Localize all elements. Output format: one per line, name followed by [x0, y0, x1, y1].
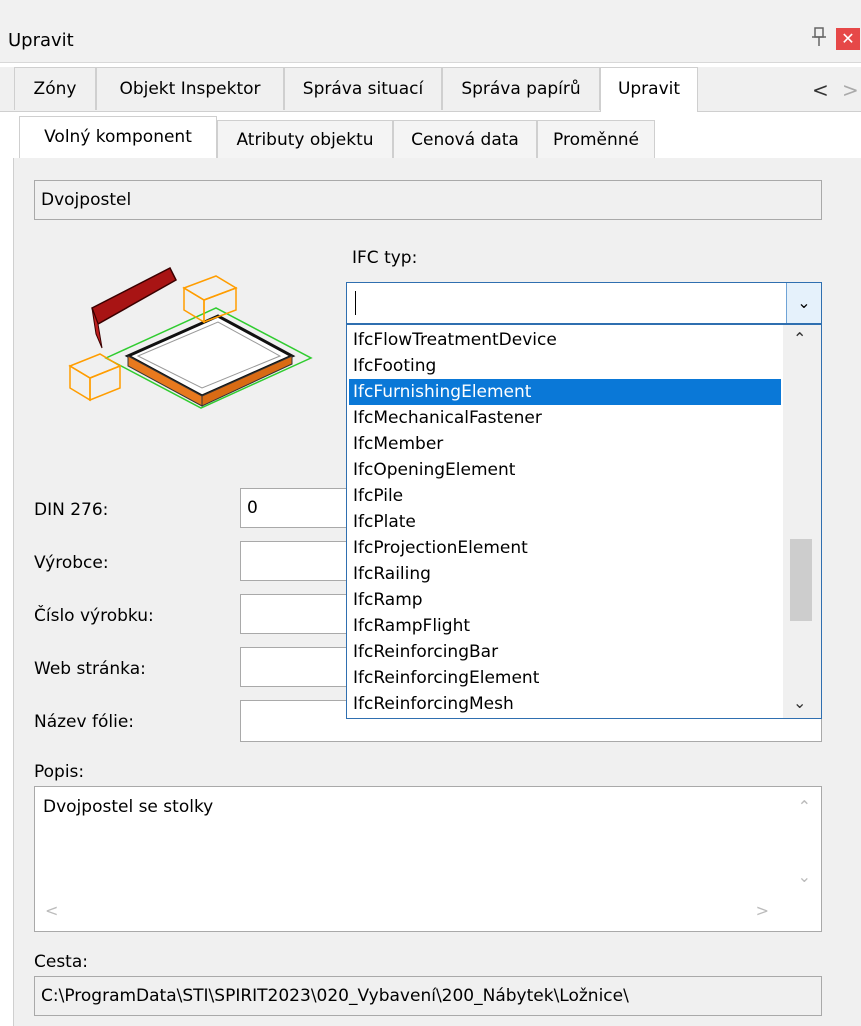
tab-scroll-left-icon[interactable]: < [812, 78, 829, 102]
popis-textarea[interactable]: Dvojpostel se stolky ⌃ ⌄ < > [34, 786, 822, 932]
scroll-up-icon[interactable]: ⌃ [798, 797, 811, 816]
scroll-up-icon[interactable]: ⌃ [793, 329, 806, 348]
cesta-field: C:\ProgramData\STI\SPIRIT2023\020_Vybave… [34, 976, 822, 1016]
scroll-down-icon[interactable]: ⌄ [798, 867, 811, 886]
tab-sprava-situaci[interactable]: Správa situací [284, 67, 442, 110]
chevron-down-icon[interactable]: ⌄ [786, 283, 821, 323]
subtab-promenne[interactable]: Proměnné [537, 120, 655, 158]
top-tab-bar: Zóny Objekt Inspektor Správa situací Spr… [0, 67, 861, 112]
popis-text: Dvojpostel se stolky [43, 797, 214, 817]
ifc-type-combobox[interactable]: ⌄ [346, 282, 822, 324]
popis-label: Popis: [34, 762, 85, 782]
ifc-type-dropdown-list[interactable]: IfcFlowTreatmentDevice IfcFooting IfcFur… [346, 324, 822, 719]
tab-zony[interactable]: Zóny [14, 67, 96, 110]
subtab-atributy-objektu[interactable]: Atributy objektu [217, 120, 393, 158]
list-scrollbar-thumb[interactable] [790, 539, 812, 621]
list-scrollbar[interactable] [783, 325, 821, 718]
window-title: Upravit [8, 30, 74, 51]
title-bar: Upravit ✕ [0, 0, 861, 63]
din276-label: DIN 276: [34, 500, 109, 520]
tab-upravit[interactable]: Upravit [600, 67, 698, 112]
list-item[interactable]: IfcMechanicalFastener [353, 405, 542, 431]
bed-preview-icon [66, 238, 316, 438]
list-item[interactable]: IfcFlowTreatmentDevice [353, 327, 557, 353]
close-icon[interactable]: ✕ [836, 28, 860, 50]
list-item[interactable]: IfcRampFlight [353, 613, 470, 639]
tab-sprava-papiru[interactable]: Správa papírů [442, 67, 600, 110]
scroll-down-icon[interactable]: ⌄ [793, 693, 806, 712]
tab-scroll-right-icon[interactable]: > [842, 78, 859, 102]
list-item[interactable]: IfcProjectionElement [353, 535, 528, 561]
tab-objekt-inspektor[interactable]: Objekt Inspektor [96, 67, 284, 110]
list-item[interactable]: IfcMember [353, 431, 443, 457]
web-stranka-label: Web stránka: [34, 659, 146, 679]
scroll-left-icon[interactable]: < [45, 901, 58, 920]
sub-tab-bar: Volný komponent Atributy objektu Cenová … [13, 116, 861, 159]
list-item[interactable]: IfcRailing [353, 561, 431, 587]
subtab-volny-komponent[interactable]: Volný komponent [19, 116, 217, 159]
pin-icon[interactable] [808, 26, 830, 48]
text-caret [355, 291, 356, 315]
list-item-selected[interactable]: IfcFurnishingElement [349, 379, 781, 405]
list-item[interactable]: IfcFooting [353, 353, 436, 379]
component-name-field: Dvojpostel [34, 180, 822, 220]
list-item[interactable]: IfcRamp [353, 587, 423, 613]
list-item[interactable]: IfcOpeningElement [353, 457, 515, 483]
cislo-vyrobku-label: Číslo výrobku: [34, 606, 154, 626]
list-item[interactable]: IfcReinforcingBar [353, 639, 498, 665]
list-item[interactable]: IfcPile [353, 483, 403, 509]
ifc-type-label: IFC typ: [352, 248, 418, 268]
subtab-cenova-data[interactable]: Cenová data [393, 120, 537, 158]
nazev-folie-label: Název fólie: [34, 712, 134, 732]
list-item[interactable]: IfcReinforcingMesh [353, 691, 514, 717]
list-item[interactable]: IfcPlate [353, 509, 416, 535]
cesta-label: Cesta: [34, 952, 88, 972]
vyrobce-label: Výrobce: [34, 553, 109, 573]
list-item[interactable]: IfcReinforcingElement [353, 665, 539, 691]
scroll-right-icon[interactable]: > [756, 901, 769, 920]
